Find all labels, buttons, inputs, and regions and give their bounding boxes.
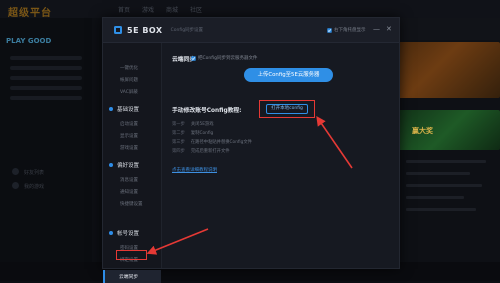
sidebar-item-hotkeys[interactable]: 快捷键设置	[120, 201, 143, 207]
background-nav-item[interactable]: 游戏	[142, 5, 154, 14]
background-nav-item[interactable]: 商城	[166, 5, 178, 14]
step-number: 第二步	[172, 131, 185, 136]
sidebar-group-preferences: 偏好设置	[109, 161, 139, 169]
bullet-icon	[109, 231, 113, 235]
sidebar-item-display[interactable]: 显示设置	[120, 133, 138, 139]
background-nav: 首页 游戏 商城 社区	[118, 5, 202, 14]
background-play-label: PLAY GOOD	[6, 37, 52, 45]
background-sidebar-item[interactable]	[10, 56, 82, 60]
background-list-line	[406, 184, 482, 187]
settings-sidebar: 一键优化 帐屏问题 VAC屏蔽 基础设置 启动设置 显示设置 游戏设置 偏好设置…	[103, 43, 162, 283]
annotation-highlight-box	[259, 100, 315, 118]
close-button[interactable]: ✕	[386, 25, 392, 33]
dialog-subtitle: Config同步设置	[170, 28, 204, 33]
background-sidebar-item[interactable]	[10, 76, 82, 80]
sidebar-group-account: 帐号设置	[109, 229, 139, 237]
tray-toggle-label: 右下角托盘显示	[334, 28, 366, 33]
step-text: 关闭5E游戏	[190, 122, 214, 127]
background-list-line	[406, 208, 476, 211]
step-number: 第三步	[172, 140, 185, 145]
sidebar-item-game[interactable]: 游戏设置	[120, 145, 138, 151]
background-right-header	[398, 18, 500, 40]
cloud-sync-description-text: 把Config同步到云服务器文件	[198, 56, 258, 61]
checkbox-icon[interactable]	[327, 27, 332, 33]
background-side-label[interactable]: 好友列表	[24, 169, 44, 176]
sidebar-item-notifications[interactable]: 通知设置	[120, 189, 138, 195]
upload-config-button[interactable]: 上传Config至5E云服务器	[244, 68, 333, 82]
sidebar-group-basic: 基础设置	[109, 105, 139, 113]
tutorial-step: 第二步 复制Config	[172, 130, 213, 136]
background-list-line	[406, 172, 470, 175]
sidebar-item-optimize[interactable]: 一键优化	[120, 65, 138, 71]
background-sidebar-item[interactable]	[10, 96, 82, 100]
background-sidebar-item[interactable]	[10, 66, 82, 70]
sidebar-group-label: 基础设置	[117, 107, 140, 113]
sidebar-item-screen[interactable]: 帐屏问题	[120, 77, 138, 83]
sidebar-item-startup[interactable]: 启动设置	[120, 121, 138, 127]
step-text: 复制Config	[190, 131, 214, 136]
dialog-brand: 5E BOX Config同步设置	[113, 25, 203, 35]
background-nav-item[interactable]: 社区	[190, 5, 202, 14]
background-topbar: 超级平台 首页 游戏 商城 社区	[0, 0, 500, 19]
tutorial-title: 手动修改账号Config教程:	[172, 108, 242, 114]
background-logo: 超级平台	[8, 8, 52, 19]
sidebar-item-vac[interactable]: VAC屏蔽	[120, 89, 138, 95]
background-banner[interactable]	[398, 42, 500, 98]
step-text: 完成后重新打开文件	[190, 149, 230, 154]
checkbox-icon[interactable]	[191, 55, 196, 61]
sidebar-group-label: 帐号设置	[117, 231, 140, 237]
tutorial-step: 第四步 完成后重新打开文件	[172, 148, 230, 154]
games-icon	[12, 182, 19, 189]
step-text: 在路径中粘贴并替换Config文件	[190, 140, 252, 145]
step-number: 第一步	[172, 122, 185, 127]
cloud-sync-description: 把Config同步到云服务器文件	[191, 55, 257, 61]
sidebar-item-label: 云端同步	[119, 275, 139, 280]
box-logo-icon	[114, 26, 122, 34]
dialog-header: 5E BOX Config同步设置 右下角托盘显示 — ✕	[103, 18, 399, 43]
background-side-label[interactable]: 我的游戏	[24, 183, 44, 190]
tutorial-help-link[interactable]: 点击查看详细教程说明	[172, 167, 217, 173]
background-nav-item[interactable]: 首页	[118, 5, 130, 14]
bullet-icon	[109, 107, 113, 111]
brand-name: 5E BOX	[127, 25, 163, 35]
sidebar-group-label: 偏好设置	[117, 163, 140, 169]
background-list-line	[406, 160, 486, 163]
tutorial-step: 第一步 关闭5E游戏	[172, 121, 214, 127]
sidebar-item-cloud-sync[interactable]: 云端同步	[103, 270, 161, 283]
minimize-button[interactable]: —	[373, 25, 380, 33]
annotation-highlight-box	[116, 250, 147, 260]
tutorial-step: 第三步 在路径中粘贴并替换Config文件	[172, 139, 252, 145]
friends-icon	[12, 168, 19, 175]
step-number: 第四步	[172, 149, 185, 154]
sidebar-item-messages[interactable]: 消息设置	[120, 177, 138, 183]
background-banner-text: 赢大奖	[412, 127, 433, 135]
bullet-icon	[109, 163, 113, 167]
tray-toggle[interactable]: 右下角托盘显示	[327, 27, 366, 33]
background-sidebar-item[interactable]	[10, 86, 82, 90]
background-list-line	[406, 196, 464, 199]
